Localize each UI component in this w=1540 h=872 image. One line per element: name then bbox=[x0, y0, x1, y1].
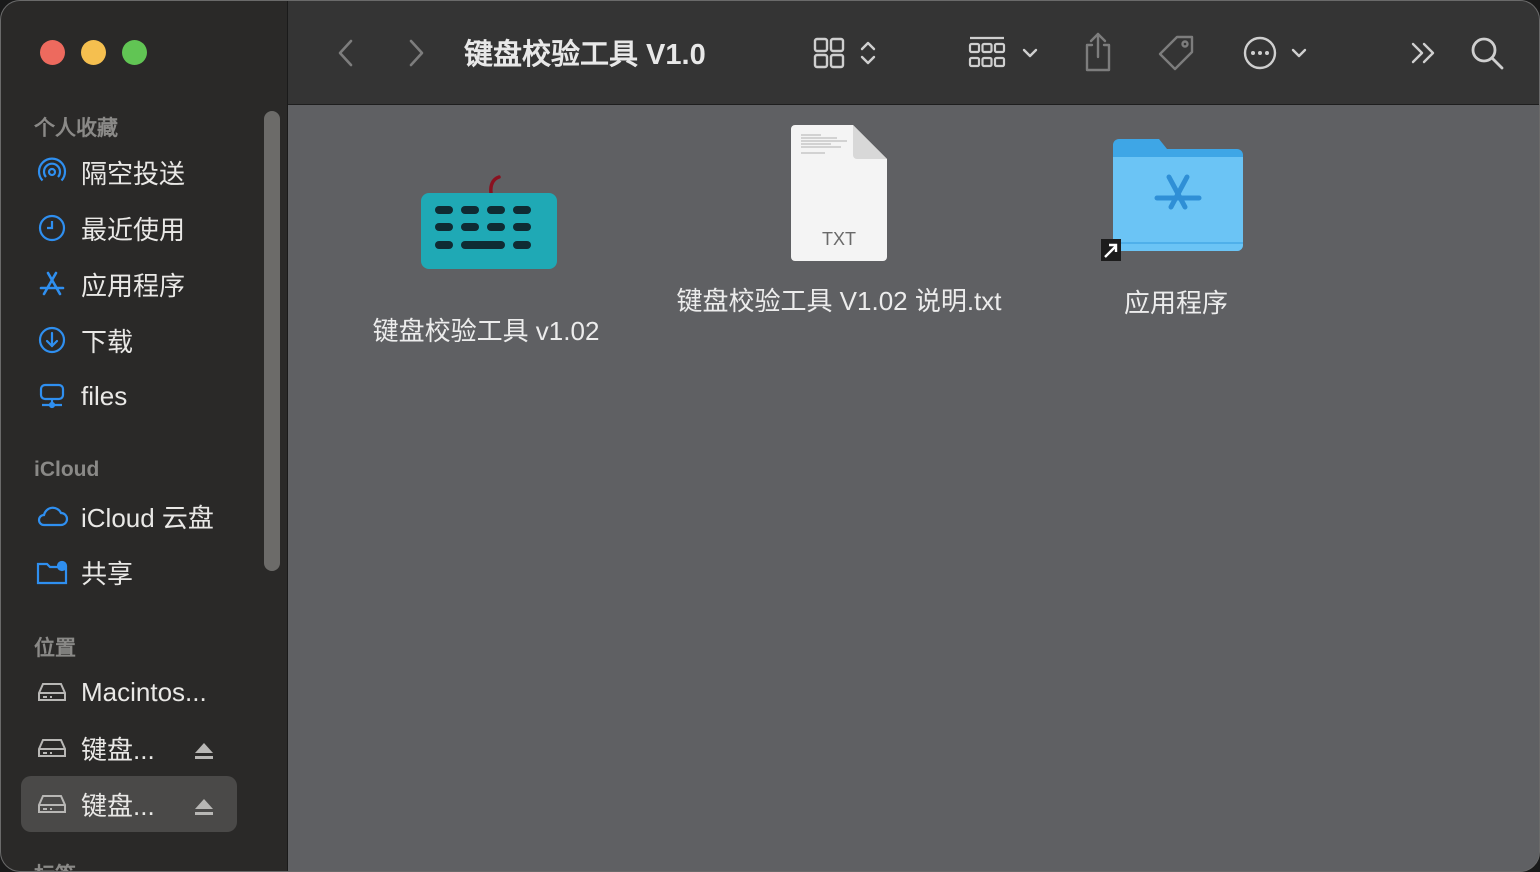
section-locations: 位置 bbox=[34, 637, 76, 660]
cloud-icon bbox=[35, 499, 69, 533]
sidebar-item-macintosh-hd[interactable]: Macintos... bbox=[21, 664, 237, 720]
share-icon bbox=[1085, 32, 1111, 72]
updown-chevron-icon bbox=[860, 41, 876, 65]
toolbar: 键盘校验工具 V1.0 bbox=[288, 1, 1539, 105]
sidebar-item-label: 下载 bbox=[81, 326, 134, 357]
sidebar-item-label: 应用程序 bbox=[81, 270, 186, 301]
file-name: 应用程序 bbox=[1123, 288, 1228, 318]
section-icloud: iCloud bbox=[34, 458, 100, 481]
sidebar-item-volume-1[interactable]: 键盘... bbox=[21, 720, 237, 776]
section-favorites: 个人收藏 bbox=[34, 117, 118, 140]
keyboard-app-icon bbox=[421, 175, 557, 269]
sidebar-item-airdrop[interactable]: 隔空投送 bbox=[21, 144, 237, 200]
sidebar-scrollbar[interactable] bbox=[264, 111, 280, 571]
sidebar-item-icloud-drive[interactable]: iCloud 云盘 bbox=[21, 488, 237, 544]
ellipsis-circle-icon bbox=[1243, 36, 1277, 70]
search-button[interactable] bbox=[1466, 31, 1508, 75]
finder-window: 个人收藏 隔空投送 最近使用 应用程序 下载 files iCloud iClo… bbox=[0, 0, 1540, 872]
chevron-down-icon bbox=[1291, 48, 1307, 58]
chevron-left-icon bbox=[338, 39, 353, 67]
sidebar-item-label: 隔空投送 bbox=[81, 158, 186, 189]
file-name: 键盘校验工具 V1.02 说明.txt bbox=[676, 286, 1002, 316]
group-grid-icon bbox=[968, 36, 1006, 68]
section-tags: 标签 bbox=[34, 859, 76, 871]
file-item-keyboard-app[interactable]: 键盘校验工具 v1.02 bbox=[364, 171, 608, 348]
applications-folder-alias-icon bbox=[1101, 139, 1243, 261]
zoom-button[interactable] bbox=[122, 40, 147, 65]
shared-folder-icon bbox=[35, 555, 69, 589]
sidebar-item-label: 键盘... bbox=[81, 790, 155, 821]
view-mode-button[interactable] bbox=[800, 31, 890, 75]
window-title: 键盘校验工具 V1.0 bbox=[464, 39, 706, 71]
tag-icon bbox=[1158, 35, 1194, 71]
toolbar-overflow-button[interactable] bbox=[1406, 33, 1442, 73]
chevron-down-icon bbox=[1022, 48, 1038, 58]
airdrop-icon bbox=[35, 155, 69, 189]
sidebar-item-label: 最近使用 bbox=[81, 214, 186, 245]
sidebar-item-label: Macintos... bbox=[81, 676, 207, 707]
sidebar-item-volume-2[interactable]: 键盘... bbox=[21, 776, 237, 832]
sidebar-item-applications[interactable]: 应用程序 bbox=[21, 256, 237, 312]
sidebar-item-label: 共享 bbox=[81, 558, 134, 589]
txt-document-icon: TXT bbox=[791, 125, 887, 261]
sidebar-item-label: files bbox=[81, 380, 128, 411]
more-actions-button[interactable] bbox=[1240, 31, 1310, 75]
txt-badge: TXT bbox=[822, 229, 856, 249]
sidebar-item-shared[interactable]: 共享 bbox=[21, 544, 237, 600]
file-name: 键盘校验工具 v1.02 bbox=[372, 316, 600, 346]
minimize-button[interactable] bbox=[81, 40, 106, 65]
search-icon bbox=[1471, 37, 1504, 70]
sidebar-item-label: 键盘... bbox=[81, 734, 155, 765]
double-chevron-right-icon bbox=[1411, 42, 1435, 64]
drive-icon bbox=[35, 675, 69, 709]
icon-view-icon bbox=[813, 37, 845, 69]
tag-button[interactable] bbox=[1154, 31, 1198, 75]
sidebar-item-label: iCloud 云盘 bbox=[81, 502, 214, 533]
share-button[interactable] bbox=[1078, 29, 1118, 75]
clock-icon bbox=[35, 211, 69, 245]
network-drive-icon bbox=[35, 379, 69, 413]
back-button[interactable] bbox=[328, 33, 364, 73]
app-store-icon bbox=[35, 267, 69, 301]
file-browser-area[interactable]: 键盘校验工具 v1.02 TXT 键盘校验工具 V1.02 说明.txt 应用程… bbox=[288, 105, 1539, 871]
sidebar-item-files[interactable]: files bbox=[21, 368, 237, 424]
sidebar-item-recents[interactable]: 最近使用 bbox=[21, 200, 237, 256]
drive-icon bbox=[35, 731, 69, 765]
eject-icon[interactable] bbox=[193, 793, 215, 824]
forward-button[interactable] bbox=[398, 33, 434, 73]
chevron-right-icon bbox=[409, 39, 424, 67]
sidebar-item-downloads[interactable]: 下载 bbox=[21, 312, 237, 368]
file-item-readme-txt[interactable]: TXT 键盘校验工具 V1.02 说明.txt bbox=[664, 123, 1014, 318]
download-icon bbox=[35, 323, 69, 357]
drive-icon bbox=[35, 787, 69, 821]
traffic-lights bbox=[40, 40, 147, 65]
sidebar: 个人收藏 隔空投送 最近使用 应用程序 下载 files iCloud iClo… bbox=[1, 1, 288, 871]
group-button[interactable] bbox=[964, 31, 1042, 75]
close-button[interactable] bbox=[40, 40, 65, 65]
eject-icon[interactable] bbox=[193, 737, 215, 768]
file-item-applications-alias[interactable]: 应用程序 bbox=[1074, 135, 1278, 320]
